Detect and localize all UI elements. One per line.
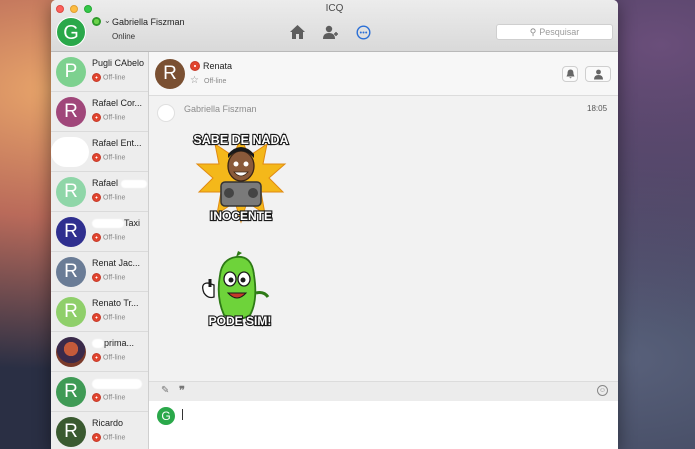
composer-avatar: G bbox=[157, 407, 175, 425]
home-icon[interactable] bbox=[289, 24, 305, 40]
message-sender: Gabriella Fiszman bbox=[184, 104, 257, 114]
contact-status: Off-line bbox=[92, 73, 125, 82]
sticker-pode-sim[interactable]: PODE SIM! bbox=[194, 249, 278, 339]
contact-name: Pugli CAbelo bbox=[92, 58, 145, 68]
avatar: R bbox=[56, 297, 86, 327]
offline-status-icon bbox=[92, 313, 101, 322]
contact-item[interactable]: R Off-line bbox=[51, 372, 148, 412]
composer: G bbox=[149, 401, 618, 449]
contact-status: Off-line bbox=[92, 153, 125, 162]
sticker-sabe-de-nada[interactable]: SABE DE NADA INOCENTE bbox=[191, 126, 291, 226]
offline-status-icon bbox=[92, 353, 101, 362]
chat-contact-status: Off-line bbox=[204, 78, 227, 85]
contact-name: Rafael Cor... bbox=[92, 98, 143, 108]
contact-item[interactable]: R Renat Jac... Off-line bbox=[51, 252, 148, 292]
offline-status-icon bbox=[92, 193, 101, 202]
chevron-down-icon[interactable]: ⌄ bbox=[104, 16, 111, 25]
contact-item[interactable]: R Taxi Off-line bbox=[51, 212, 148, 252]
window-title: ICQ bbox=[325, 3, 344, 14]
chat-contact-name: Renata bbox=[203, 61, 233, 71]
contact-status: Off-line bbox=[92, 393, 125, 402]
titlebar: ICQ G ⌄ Gabriella Fiszman Online ⚲ Pesqui… bbox=[51, 0, 618, 52]
contact-item[interactable]: R Ricardo Off-line bbox=[51, 412, 148, 449]
search-icon: ⚲ bbox=[529, 27, 537, 37]
chat-header: R Renata ☆ Off-line bbox=[149, 52, 618, 96]
avatar bbox=[56, 337, 86, 367]
online-status-icon[interactable] bbox=[92, 17, 101, 26]
search-input[interactable]: ⚲ Pesquisar bbox=[496, 24, 613, 40]
add-contact-button[interactable] bbox=[585, 66, 611, 82]
composer-toolbar: ✎ ❞ ☺ bbox=[149, 381, 618, 401]
contact-item[interactable]: R Rafael Off-line bbox=[51, 172, 148, 212]
sticker-text-top: SABE DE NADA bbox=[193, 133, 288, 147]
sender-avatar bbox=[157, 104, 175, 122]
message-area: Gabriella Fiszman 18:05 SABE DE NADA INO… bbox=[149, 96, 618, 381]
notifications-button[interactable] bbox=[562, 66, 578, 82]
sticker-text: PODE SIM! bbox=[209, 314, 272, 328]
avatar bbox=[51, 137, 89, 167]
contact-item[interactable]: P Pugli CAbelo Off-line bbox=[51, 52, 148, 92]
my-status: Online bbox=[112, 32, 136, 41]
chat-contact-avatar[interactable]: R bbox=[155, 59, 185, 89]
contact-status: Off-line bbox=[92, 353, 125, 362]
offline-status-icon bbox=[92, 273, 101, 282]
avatar: R bbox=[56, 377, 86, 407]
icq-window: ICQ G ⌄ Gabriella Fiszman Online ⚲ Pesqui… bbox=[51, 0, 618, 449]
star-icon[interactable]: ☆ bbox=[190, 75, 199, 86]
avatar: R bbox=[56, 417, 86, 447]
offline-status-icon bbox=[190, 61, 200, 71]
offline-status-icon bbox=[92, 393, 101, 402]
offline-status-icon bbox=[92, 433, 101, 442]
offline-status-icon bbox=[92, 73, 101, 82]
add-user-icon bbox=[593, 69, 603, 79]
bell-icon bbox=[566, 69, 574, 79]
emoji-icon[interactable]: ☺ bbox=[597, 385, 608, 396]
avatar: R bbox=[56, 257, 86, 287]
my-name: Gabriella Fiszman bbox=[112, 17, 185, 27]
contact-name: Rafael bbox=[92, 178, 147, 188]
contact-status: Off-line bbox=[92, 113, 125, 122]
contact-status: Off-line bbox=[92, 233, 125, 242]
contact-name: prima... bbox=[92, 338, 134, 349]
avatar: R bbox=[56, 97, 86, 127]
contact-item[interactable]: Rafael Ent... Off-line bbox=[51, 132, 148, 172]
avatar: R bbox=[56, 177, 86, 207]
search-placeholder: Pesquisar bbox=[539, 27, 580, 37]
my-avatar[interactable]: G bbox=[56, 17, 86, 47]
contact-name: Taxi bbox=[92, 218, 140, 229]
chats-icon[interactable] bbox=[355, 24, 371, 40]
contact-name: Renat Jac... bbox=[92, 258, 141, 268]
contact-name: Ricardo bbox=[92, 418, 124, 428]
contact-item[interactable]: R Rafael Cor... Off-line bbox=[51, 92, 148, 132]
message-time: 18:05 bbox=[587, 104, 608, 113]
contact-status: Off-line bbox=[92, 273, 125, 282]
message-input[interactable] bbox=[181, 407, 601, 425]
text-cursor bbox=[182, 409, 183, 420]
contact-status: Off-line bbox=[92, 433, 125, 442]
offline-status-icon bbox=[92, 153, 101, 162]
contact-name bbox=[92, 378, 142, 389]
offline-status-icon bbox=[92, 113, 101, 122]
sticker-text-bottom: INOCENTE bbox=[210, 209, 272, 223]
contact-status: Off-line bbox=[92, 193, 125, 202]
contact-name: Rafael Ent... bbox=[92, 138, 142, 148]
contact-status: Off-line bbox=[92, 313, 125, 322]
avatar: P bbox=[56, 57, 86, 87]
contact-list: P Pugli CAbelo Off-line R Rafael Cor... … bbox=[51, 52, 149, 449]
contact-item[interactable]: R Renato Tr... Off-line bbox=[51, 292, 148, 332]
avatar: R bbox=[56, 217, 86, 247]
quote-icon[interactable]: ❞ bbox=[179, 384, 185, 397]
add-contact-icon[interactable] bbox=[322, 24, 338, 40]
paperclip-icon[interactable]: ✎ bbox=[161, 385, 169, 396]
contact-item[interactable]: prima... Off-line bbox=[51, 332, 148, 372]
contact-name: Renato Tr... bbox=[92, 298, 139, 308]
offline-status-icon bbox=[92, 233, 101, 242]
